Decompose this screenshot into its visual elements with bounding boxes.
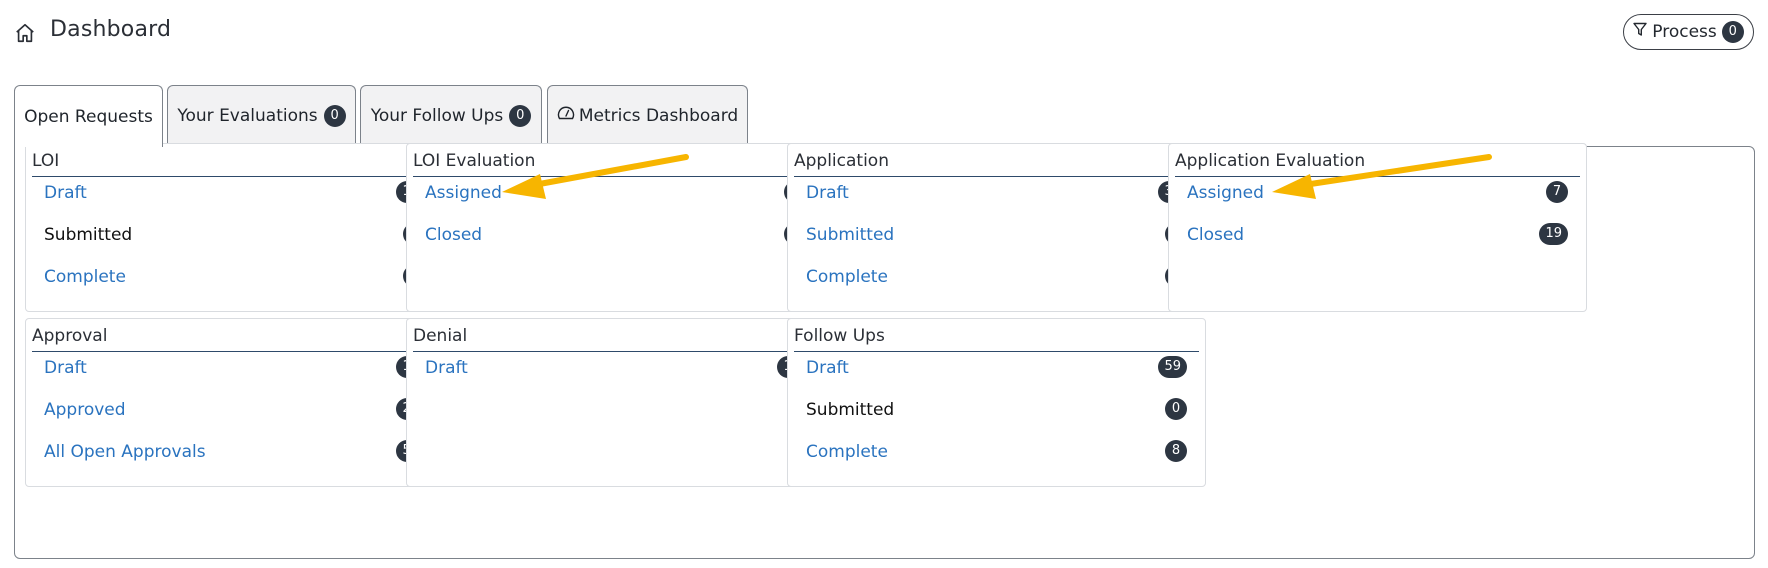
home-icon[interactable] (14, 22, 36, 44)
follow-ups-submitted-label: Submitted (806, 400, 895, 420)
card-title: LOI Evaluation (413, 151, 818, 177)
list-item: Submitted 0 (806, 398, 1187, 424)
card-title: Approval (32, 326, 437, 352)
card-title: LOI (32, 151, 437, 177)
loi-draft-link[interactable]: Draft (44, 183, 87, 203)
tab-your-follow-ups[interactable]: Your Follow Ups 0 (360, 85, 542, 145)
list-item: Complete 3 (806, 265, 1187, 291)
tab-label: Metrics Dashboard (578, 105, 739, 126)
tab-label: Your Evaluations (177, 105, 318, 126)
list-item: Complete 8 (806, 440, 1187, 466)
application-evaluation-closed-link[interactable]: Closed (1187, 225, 1244, 245)
loi-evaluation-closed-link[interactable]: Closed (425, 225, 482, 245)
list-item: Draft 10 (44, 356, 425, 382)
tab-metrics-dashboard[interactable]: Metrics Dashboard (547, 85, 748, 145)
loi-evaluation-card: LOI Evaluation Assigned 1 Closed 2 (406, 143, 825, 312)
application-submitted-link[interactable]: Submitted (806, 225, 894, 245)
list-item: Assigned 1 (425, 181, 806, 207)
tab-open-requests[interactable]: Open Requests (14, 85, 163, 147)
list-item: Complete 8 (44, 265, 425, 291)
list-item: Closed 2 (425, 223, 806, 249)
list-item: Closed 19 (1187, 223, 1568, 249)
approval-card: Approval Draft 10 Approved 23 All Open A… (25, 318, 444, 487)
count-badge: 0 (1165, 398, 1187, 420)
follow-ups-complete-link[interactable]: Complete (806, 442, 888, 462)
application-draft-link[interactable]: Draft (806, 183, 849, 203)
tab-count-badge: 0 (509, 104, 532, 127)
denial-card: Denial Draft 11 (406, 318, 825, 487)
list-item: Draft 59 (806, 356, 1187, 382)
application-complete-link[interactable]: Complete (806, 267, 888, 287)
approval-approved-link[interactable]: Approved (44, 400, 126, 420)
application-evaluation-card: Application Evaluation Assigned 7 Closed… (1168, 143, 1587, 312)
process-label: Process (1652, 22, 1717, 42)
count-badge: 8 (1165, 440, 1187, 462)
open-requests-panel: LOI Draft 17 Submitted 0 Complete 8 LOI … (14, 143, 1755, 559)
page-header: Dashboard Process 0 (14, 14, 1754, 54)
list-item: Approved 23 (44, 398, 425, 424)
card-title: Application Evaluation (1175, 151, 1580, 177)
process-count-badge: 0 (1721, 21, 1744, 43)
approval-all-open-link[interactable]: All Open Approvals (44, 442, 206, 462)
count-badge: 7 (1546, 181, 1568, 203)
application-card: Application Draft 34 Submitted 2 Complet… (787, 143, 1206, 312)
loi-submitted-label: Submitted (44, 225, 133, 245)
card-title: Denial (413, 326, 818, 352)
card-title: Follow Ups (794, 326, 1199, 352)
follow-ups-draft-link[interactable]: Draft (806, 358, 849, 378)
list-item: Submitted 2 (806, 223, 1187, 249)
card-title: Application (794, 151, 1199, 177)
denial-draft-link[interactable]: Draft (425, 358, 468, 378)
follow-ups-card: Follow Ups Draft 59 Submitted 0 Complete… (787, 318, 1206, 487)
page-title: Dashboard (50, 17, 172, 42)
list-item: Draft 11 (425, 356, 806, 382)
count-badge: 59 (1158, 356, 1187, 378)
loi-complete-link[interactable]: Complete (44, 267, 126, 287)
filter-icon (1633, 22, 1647, 42)
process-button[interactable]: Process 0 (1623, 14, 1754, 50)
application-evaluation-assigned-link[interactable]: Assigned (1187, 183, 1264, 203)
tab-label: Your Follow Ups (370, 105, 504, 126)
list-item: All Open Approvals 59 (44, 440, 425, 466)
list-item: Submitted 0 (44, 223, 425, 249)
approval-draft-link[interactable]: Draft (44, 358, 87, 378)
loi-card: LOI Draft 17 Submitted 0 Complete 8 (25, 143, 444, 312)
list-item: Draft 34 (806, 181, 1187, 207)
tab-count-badge: 0 (323, 104, 346, 127)
list-item: Assigned 7 (1187, 181, 1568, 207)
tab-label: Open Requests (24, 106, 153, 127)
tab-your-evaluations[interactable]: Your Evaluations 0 (167, 85, 356, 145)
loi-evaluation-assigned-link[interactable]: Assigned (425, 183, 502, 203)
gauge-icon (557, 105, 575, 126)
list-item: Draft 17 (44, 181, 425, 207)
count-badge: 19 (1539, 223, 1568, 245)
